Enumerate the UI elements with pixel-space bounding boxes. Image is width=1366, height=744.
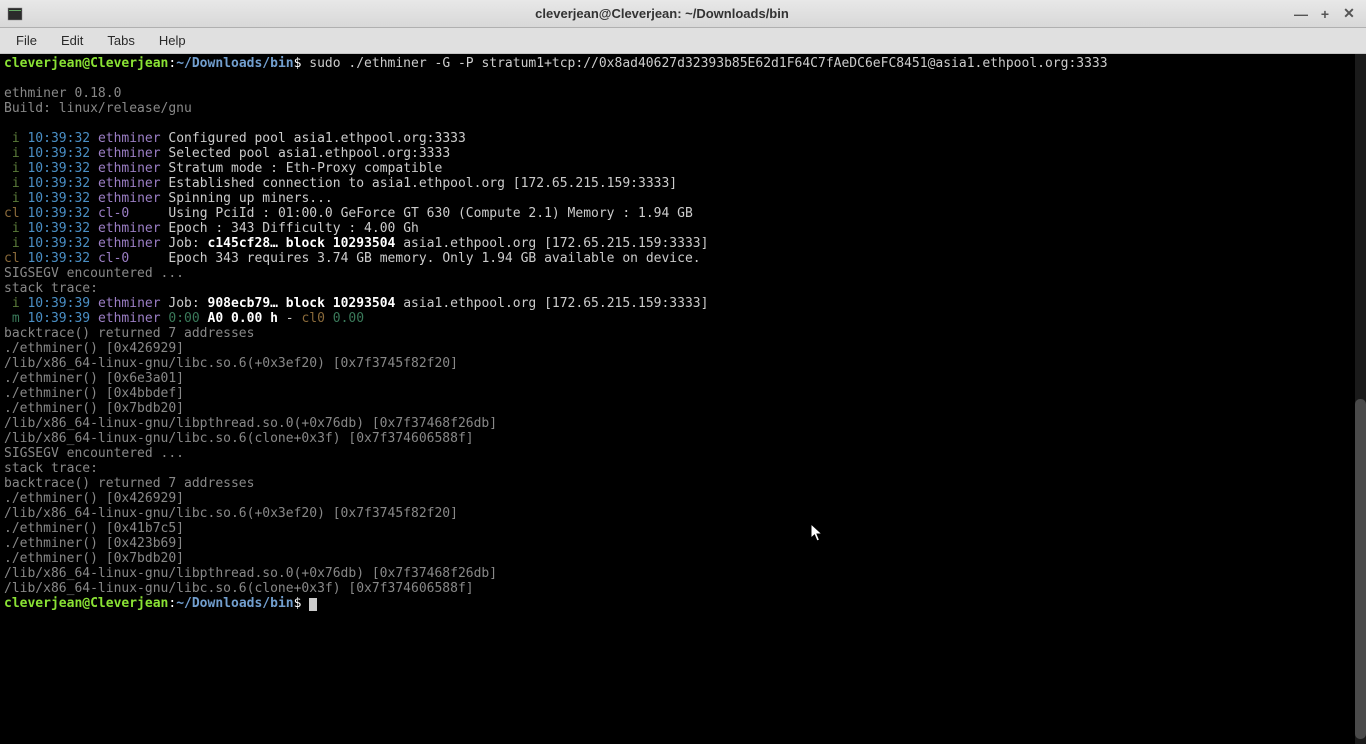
prompt-path: ~/Downloads/bin <box>176 56 293 71</box>
window-app-icon <box>6 5 24 23</box>
scrollbar-thumb[interactable] <box>1355 399 1366 739</box>
terminal-cursor <box>309 598 317 611</box>
terminal-output[interactable]: cleverjean@Cleverjean:~/Downloads/bin$ s… <box>0 54 1366 744</box>
menu-tabs[interactable]: Tabs <box>97 29 144 52</box>
menu-help[interactable]: Help <box>149 29 196 52</box>
minimize-button[interactable]: — <box>1294 7 1308 21</box>
terminal-scrollbar[interactable] <box>1355 54 1366 744</box>
command: sudo ./ethminer -G -P stratum1+tcp://0x8… <box>309 56 1107 71</box>
build-line: Build: linux/release/gnu <box>4 101 192 116</box>
menu-edit[interactable]: Edit <box>51 29 93 52</box>
stacktrace-line: stack trace: <box>4 281 98 296</box>
window-controls: — + ✕ <box>1294 7 1356 21</box>
maximize-button[interactable]: + <box>1318 7 1332 21</box>
prompt-user-2: cleverjean@Cleverjean <box>4 596 168 611</box>
window-titlebar: cleverjean@Cleverjean: ~/Downloads/bin —… <box>0 0 1366 28</box>
menubar: File Edit Tabs Help <box>0 28 1366 54</box>
window-title: cleverjean@Cleverjean: ~/Downloads/bin <box>30 6 1294 21</box>
version-line: ethminer 0.18.0 <box>4 86 121 101</box>
prompt-user: cleverjean@Cleverjean <box>4 56 168 71</box>
menu-file[interactable]: File <box>6 29 47 52</box>
prompt-path-2: ~/Downloads/bin <box>176 596 293 611</box>
close-button[interactable]: ✕ <box>1342 7 1356 21</box>
sigsegv-line: SIGSEGV encountered ... <box>4 266 184 281</box>
